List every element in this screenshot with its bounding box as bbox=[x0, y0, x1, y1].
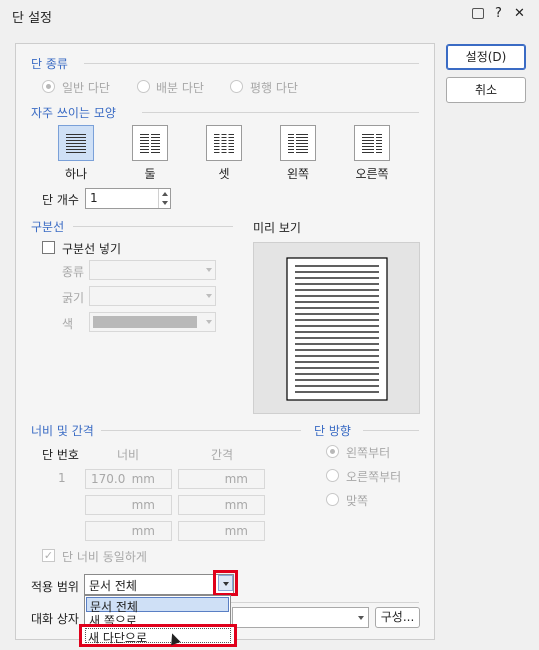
spinner-divider bbox=[158, 189, 159, 208]
preset-three-columns[interactable] bbox=[206, 125, 242, 161]
divider-section-line bbox=[73, 226, 233, 227]
left-column-icon bbox=[288, 134, 308, 153]
dialog-settings-label: 대화 상자 bbox=[31, 612, 79, 626]
width-header: 너비 bbox=[117, 448, 140, 462]
radio-normal-columns[interactable] bbox=[42, 80, 55, 93]
config-button-label: 구성... bbox=[380, 610, 415, 624]
presets-heading: 자주 쓰이는 모양 bbox=[31, 106, 116, 120]
radio-parallel-columns[interactable] bbox=[230, 80, 243, 93]
col-row-1-gap[interactable]: mm bbox=[178, 469, 265, 489]
unit-label: mm bbox=[224, 498, 248, 512]
col-count-spinner[interactable]: 1 bbox=[85, 188, 171, 209]
radio-right-to-left[interactable] bbox=[326, 469, 339, 482]
apply-range-dropdown-button[interactable] bbox=[218, 575, 233, 591]
divider-color-label: 색 bbox=[62, 317, 74, 331]
divider-heading: 구분선 bbox=[31, 220, 65, 234]
preset-right-label: 오른쪽 bbox=[355, 167, 389, 181]
col-count-label: 단 개수 bbox=[42, 193, 79, 207]
col-row-1-number: 1 bbox=[58, 471, 66, 485]
dropdown-item-new-multicolumn-label: 새 다단으로 bbox=[88, 631, 148, 645]
dropdown-item-whole-document[interactable]: 문서 전체 bbox=[86, 597, 229, 614]
direction-divider bbox=[363, 430, 419, 431]
window-title: 단 설정 bbox=[12, 11, 53, 26]
chevron-down-icon bbox=[206, 320, 212, 324]
two-columns-icon bbox=[140, 134, 160, 153]
col-row-3-width[interactable]: mm bbox=[85, 521, 172, 541]
three-columns-icon bbox=[214, 134, 234, 153]
divider-checkbox[interactable] bbox=[42, 241, 55, 254]
col-row-3-gap[interactable]: mm bbox=[178, 521, 265, 541]
spacing-divider bbox=[101, 430, 301, 431]
unit-label: mm bbox=[131, 524, 155, 538]
dropdown-item-new-multicolumn[interactable]: 새 다단으로 bbox=[85, 628, 231, 645]
cancel-button[interactable]: 취소 bbox=[446, 77, 526, 103]
apply-range-label: 적용 범위 bbox=[31, 580, 79, 594]
unit-label: mm bbox=[224, 524, 248, 538]
col-row-1-width[interactable]: 170.0 mm bbox=[85, 469, 172, 489]
preset-two-columns[interactable] bbox=[132, 125, 168, 161]
unit-label: mm bbox=[131, 498, 155, 512]
right-column-icon bbox=[362, 134, 382, 153]
apply-range-select[interactable]: 문서 전체 bbox=[84, 574, 234, 595]
apply-range-value: 문서 전체 bbox=[89, 579, 137, 593]
radio-left-to-right-label: 왼쪽부터 bbox=[346, 446, 391, 460]
radio-facing-label: 맞쪽 bbox=[346, 494, 369, 508]
col-type-heading: 단 종류 bbox=[31, 57, 68, 71]
preview-page bbox=[286, 257, 388, 401]
divider-type-select[interactable] bbox=[89, 260, 216, 280]
col-row-1-width-value: 170.0 bbox=[91, 472, 126, 486]
radio-normal-columns-label: 일반 다단 bbox=[62, 81, 110, 95]
chevron-down-icon bbox=[206, 294, 212, 298]
col-number-header: 단 번호 bbox=[42, 448, 79, 462]
dialog-settings-select[interactable] bbox=[232, 607, 369, 628]
chevron-down-icon bbox=[358, 616, 364, 620]
radio-distributed-columns-label: 배분 다단 bbox=[156, 81, 204, 95]
spin-up-icon[interactable] bbox=[162, 192, 168, 196]
presets-divider bbox=[142, 112, 419, 113]
chevron-down-icon bbox=[223, 582, 229, 586]
config-button[interactable]: 구성... bbox=[375, 607, 420, 628]
direction-heading: 단 방향 bbox=[314, 424, 351, 438]
preset-one-label: 하나 bbox=[64, 167, 88, 181]
ok-button[interactable]: 설정(D) bbox=[446, 44, 526, 70]
unit-label: mm bbox=[131, 472, 155, 486]
radio-facing[interactable] bbox=[326, 493, 339, 506]
help-icon[interactable]: ? bbox=[495, 6, 502, 21]
radio-right-to-left-label: 오른쪽부터 bbox=[346, 470, 402, 484]
preset-one-column[interactable] bbox=[58, 125, 94, 161]
cancel-button-label: 취소 bbox=[474, 83, 498, 97]
equal-width-checkbox[interactable]: ✓ bbox=[42, 549, 55, 562]
one-column-icon bbox=[66, 134, 86, 153]
divider-type-label: 종류 bbox=[62, 265, 85, 279]
equal-width-label: 단 너비 동일하게 bbox=[62, 550, 147, 564]
unit-label: mm bbox=[224, 472, 248, 486]
divider-width-select[interactable] bbox=[89, 286, 216, 306]
preview-label: 미리 보기 bbox=[253, 221, 301, 235]
spacing-heading: 너비 및 간격 bbox=[31, 424, 94, 438]
color-swatch bbox=[93, 316, 197, 328]
radio-parallel-columns-label: 평행 다단 bbox=[250, 81, 298, 95]
preview-area bbox=[253, 242, 420, 414]
preset-left-label: 왼쪽 bbox=[286, 167, 310, 181]
col-row-2-gap[interactable]: mm bbox=[178, 495, 265, 515]
divider-checkbox-label: 구분선 넣기 bbox=[62, 242, 122, 256]
ok-button-label: 설정(D) bbox=[465, 50, 507, 64]
preset-left-column[interactable] bbox=[280, 125, 316, 161]
preset-three-label: 셋 bbox=[218, 167, 230, 181]
divider-width-label: 굵기 bbox=[62, 291, 85, 305]
comment-icon[interactable] bbox=[472, 8, 484, 19]
chevron-down-icon bbox=[206, 268, 212, 272]
col-row-2-width[interactable]: mm bbox=[85, 495, 172, 515]
radio-distributed-columns[interactable] bbox=[137, 80, 150, 93]
title-bar: 단 설정 ? ✕ bbox=[0, 0, 539, 30]
spin-down-icon[interactable] bbox=[162, 201, 168, 205]
col-count-value: 1 bbox=[90, 191, 98, 205]
col-type-divider bbox=[84, 63, 419, 64]
gap-header: 간격 bbox=[211, 448, 234, 462]
preset-two-label: 둘 bbox=[144, 167, 156, 181]
radio-left-to-right[interactable] bbox=[326, 445, 339, 458]
close-icon[interactable]: ✕ bbox=[514, 6, 525, 21]
preset-right-column[interactable] bbox=[354, 125, 390, 161]
divider-color-select[interactable] bbox=[89, 312, 216, 332]
